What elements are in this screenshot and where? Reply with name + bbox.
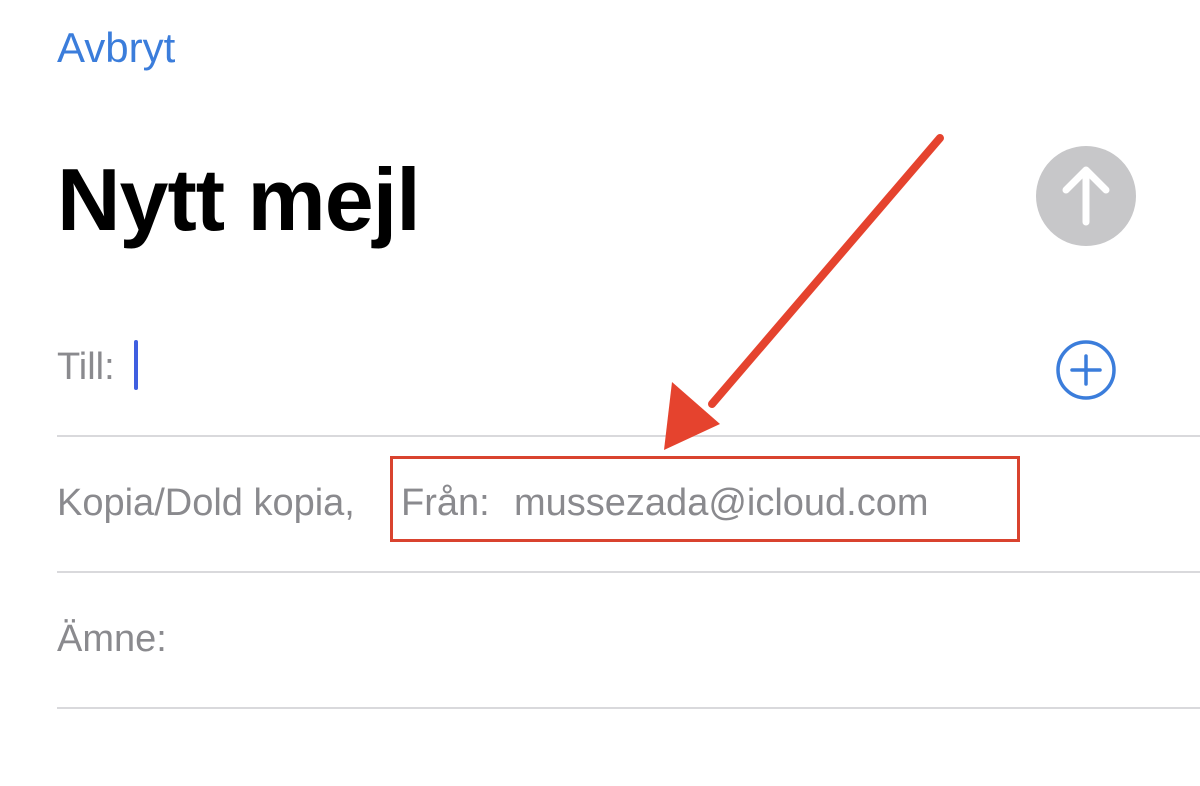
plus-circle-icon (1056, 340, 1116, 400)
add-contact-button[interactable] (1055, 339, 1117, 401)
to-label: Till: (57, 346, 115, 388)
subject-input[interactable] (190, 600, 1090, 670)
divider (57, 571, 1200, 573)
annotation-highlight-box (390, 456, 1020, 542)
subject-label: Ämne: (57, 618, 167, 660)
divider (57, 707, 1200, 709)
cancel-button[interactable]: Avbryt (57, 22, 175, 74)
divider (57, 435, 1200, 437)
arrow-up-icon (1062, 166, 1110, 226)
to-input[interactable] (130, 330, 1030, 400)
send-button[interactable] (1036, 146, 1136, 246)
cc-bcc-label[interactable]: Kopia/Dold kopia, (57, 480, 355, 526)
mail-compose-screen: Avbryt Nytt mejl Till: Kopia/Dold kopia,… (0, 0, 1200, 786)
page-title: Nytt mejl (57, 150, 421, 249)
